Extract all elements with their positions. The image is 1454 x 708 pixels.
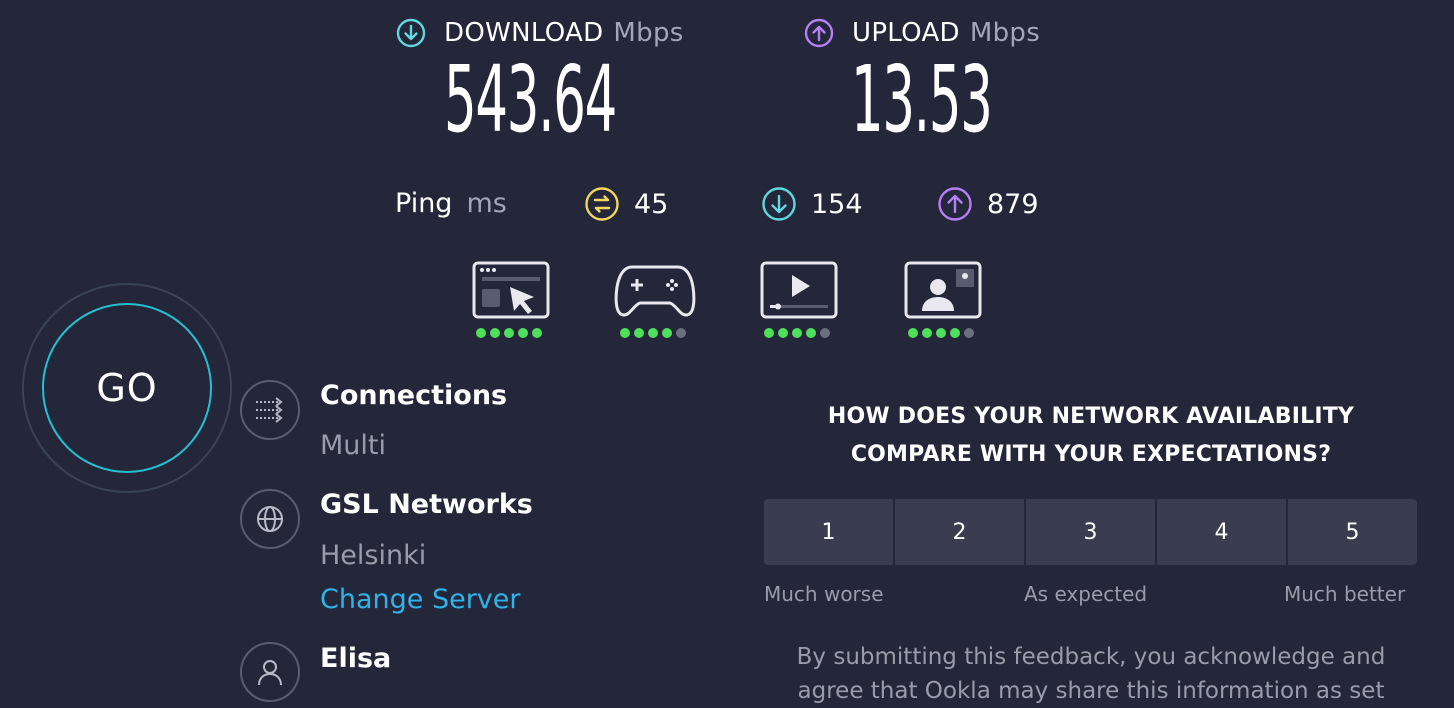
rating-dot	[820, 328, 830, 338]
disclaimer-line2: agree that Ookla may share this informat…	[797, 678, 1385, 704]
survey-question-line2: COMPARE WITH YOUR EXPECTATIONS?	[850, 442, 1332, 467]
rating-dot	[764, 328, 774, 338]
quality-video-streaming	[760, 261, 838, 325]
upload-value: 13.53	[851, 46, 993, 153]
download-arrow-icon	[396, 18, 426, 48]
ping-idle: 45	[584, 186, 668, 222]
user-icon	[258, 660, 282, 686]
download-unit: Mbps	[613, 18, 684, 48]
survey-question: HOW DOES YOUR NETWORK AVAILABILITY COMPA…	[764, 398, 1418, 474]
rating-dot	[634, 328, 644, 338]
disclaimer-line1: By submitting this feedback, you acknowl…	[796, 644, 1386, 670]
ping-download: 154	[761, 186, 863, 222]
browser-cursor-icon	[472, 261, 550, 319]
quality-video-streaming-dots	[764, 328, 830, 338]
rating-dot	[648, 328, 658, 338]
rating-dot	[504, 328, 514, 338]
upload-label: UPLOAD	[852, 18, 960, 48]
rating-option-5[interactable]: 5	[1288, 499, 1417, 565]
ping-idle-icon	[585, 187, 619, 221]
download-label: DOWNLOAD	[444, 18, 604, 48]
upload-arrow-icon	[804, 18, 834, 48]
globe-icon	[257, 506, 283, 532]
go-button[interactable]: GO	[42, 303, 212, 473]
rating-dot	[662, 328, 672, 338]
gamepad-icon	[614, 265, 696, 317]
quality-web-browsing-dots	[476, 328, 542, 338]
ping-upload-icon	[938, 187, 972, 221]
rating-dot	[518, 328, 528, 338]
server-icon-ring	[240, 489, 300, 549]
upload-header: UPLOAD Mbps	[804, 18, 1040, 48]
upload-unit: Mbps	[969, 18, 1041, 48]
rating-dot	[778, 328, 788, 338]
connections-title: Connections	[320, 380, 508, 411]
survey-rating-row: 1 2 3 4 5	[764, 499, 1417, 565]
rating-dot	[792, 328, 802, 338]
ping-download-icon	[762, 187, 796, 221]
video-chat-icon	[904, 261, 982, 319]
rating-dot	[908, 328, 918, 338]
ping-idle-value: 45	[634, 188, 669, 220]
provider-title: Elisa	[320, 643, 392, 674]
scale-low-label: Much worse	[764, 582, 884, 606]
quality-web-browsing	[472, 261, 550, 325]
server-title: GSL Networks	[320, 489, 533, 520]
rating-dot	[676, 328, 686, 338]
ping-unit: ms	[466, 188, 507, 219]
survey-disclaimer: By submitting this feedback, you acknowl…	[764, 640, 1418, 708]
download-value: 543.64	[444, 46, 617, 153]
rating-dot	[964, 328, 974, 338]
rating-option-4[interactable]: 4	[1157, 499, 1286, 565]
rating-option-3[interactable]: 3	[1026, 499, 1155, 565]
quality-gaming-dots	[620, 328, 686, 338]
ping-download-value: 154	[811, 188, 863, 220]
ping-label: Ping	[395, 188, 453, 219]
ping-label-group: Ping ms	[395, 188, 507, 219]
rating-dot	[532, 328, 542, 338]
quality-gaming	[614, 261, 696, 325]
rating-option-2[interactable]: 2	[895, 499, 1024, 565]
connections-value: Multi	[320, 430, 386, 461]
scale-high-label: Much better	[1284, 582, 1406, 606]
video-play-icon	[760, 261, 838, 319]
download-header: DOWNLOAD Mbps	[396, 18, 684, 48]
server-location: Helsinki	[320, 540, 427, 571]
survey-question-line1: HOW DOES YOUR NETWORK AVAILABILITY	[827, 404, 1355, 429]
scale-mid-label: As expected	[1024, 582, 1148, 606]
quality-video-chat-dots	[908, 328, 974, 338]
rating-dot	[490, 328, 500, 338]
ping-upload-value: 879	[987, 188, 1039, 220]
quality-video-chat	[904, 261, 982, 325]
rating-dot	[936, 328, 946, 338]
connections-mode-button[interactable]	[240, 380, 300, 440]
rating-dot	[922, 328, 932, 338]
rating-dot	[476, 328, 486, 338]
provider-icon-ring	[240, 642, 300, 702]
rating-dot	[806, 328, 816, 338]
ping-upload: 879	[937, 186, 1039, 222]
change-server-link[interactable]: Change Server	[320, 584, 521, 615]
rating-dot	[950, 328, 960, 338]
connections-arrows-icon	[256, 397, 283, 423]
rating-option-1[interactable]: 1	[764, 499, 893, 565]
rating-dot	[620, 328, 630, 338]
